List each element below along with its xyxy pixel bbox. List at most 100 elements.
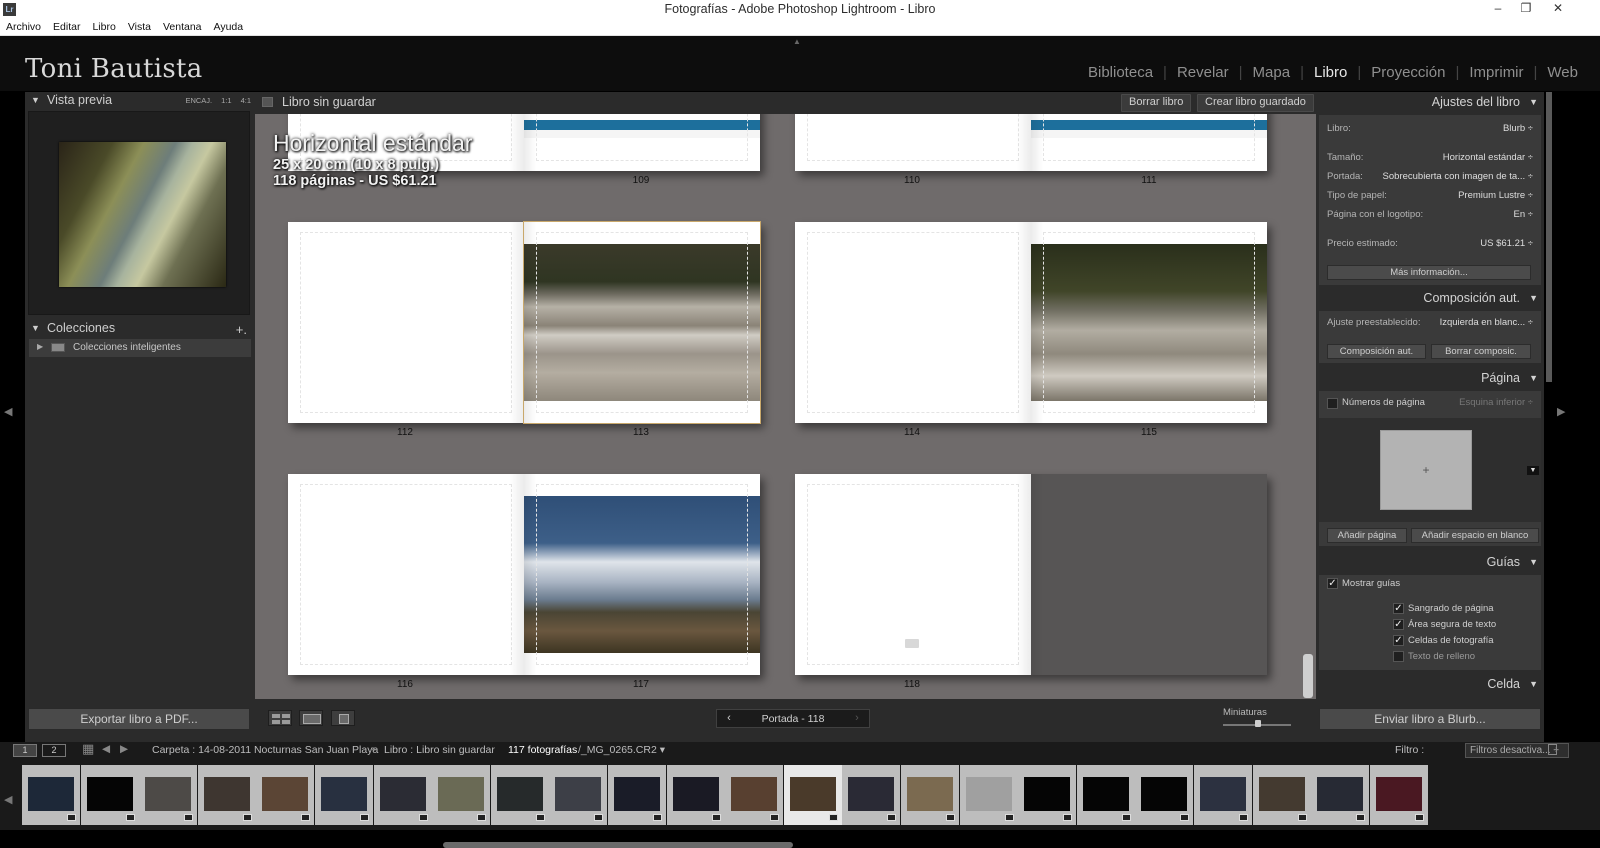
zoom-1-1[interactable]: 1:1: [221, 96, 231, 105]
module-libro[interactable]: Libro: [1304, 64, 1357, 81]
page-header[interactable]: Página ▼: [1316, 368, 1544, 388]
filmstrip-thumbnail[interactable]: [608, 765, 666, 825]
page-114[interactable]: [795, 222, 1031, 423]
filmstrip-thumbnail[interactable]: [22, 765, 80, 825]
more-info-button[interactable]: Más información...: [1327, 265, 1531, 280]
module-web[interactable]: Web: [1537, 64, 1588, 81]
page-118[interactable]: [795, 474, 1031, 675]
top-panel-toggle-icon[interactable]: ▲: [793, 37, 801, 46]
filmstrip-thumbnail[interactable]: [1194, 765, 1252, 825]
source-book[interactable]: Libro : Libro sin guardar: [384, 744, 495, 759]
next-page-icon[interactable]: ›: [847, 712, 867, 724]
scrollbar-thumb[interactable]: [1303, 654, 1313, 698]
right-panel-scrollbar[interactable]: [1546, 92, 1552, 382]
page-113[interactable]: [523, 221, 761, 424]
page-115[interactable]: [1031, 222, 1267, 423]
filmstrip-thumbnail[interactable]: [666, 765, 725, 825]
setting-paper[interactable]: Tipo de papel: Premium Lustre ÷: [1327, 190, 1533, 204]
add-blank-button[interactable]: Añadir espacio en blanco: [1411, 528, 1539, 543]
minimize-button[interactable]: –: [1484, 1, 1512, 17]
text-safe-checkbox[interactable]: ✓: [1393, 619, 1404, 630]
module-proyeccion[interactable]: Proyección: [1361, 64, 1455, 81]
canvas-scrollbar[interactable]: [1300, 114, 1316, 699]
forward-arrow-icon[interactable]: ▶: [120, 743, 128, 758]
filmstrip-thumbnail[interactable]: [1369, 765, 1428, 825]
zoom-fit[interactable]: ENCAJ.: [185, 96, 212, 105]
back-arrow-icon[interactable]: ◀: [102, 743, 110, 758]
filter-lock-icon[interactable]: [1548, 744, 1557, 755]
book-settings-header[interactable]: Ajustes del libro ▼: [1316, 92, 1544, 112]
page-117[interactable]: [524, 474, 760, 675]
autolayout-preset[interactable]: Ajuste preestablecido: Izquierda en blanc…: [1327, 317, 1533, 331]
module-imprimir[interactable]: Imprimir: [1459, 64, 1533, 81]
module-revelar[interactable]: Revelar: [1167, 64, 1239, 81]
filmstrip-thumbnail[interactable]: [1311, 765, 1370, 825]
multi-page-view-icon[interactable]: [268, 710, 292, 726]
module-mapa[interactable]: Mapa: [1243, 64, 1301, 81]
clear-layout-button[interactable]: Borrar composic.: [1431, 344, 1531, 359]
send-to-blurb-button[interactable]: Enviar libro a Blurb...: [1319, 708, 1541, 730]
filmstrip-thumbnail[interactable]: [1252, 765, 1311, 825]
page-110[interactable]: [795, 114, 1031, 171]
source-folder[interactable]: Carpeta : 14-08-2011 Nocturnas San Juan …: [152, 744, 378, 759]
filmstrip-left-icon[interactable]: ◀: [4, 793, 12, 806]
template-menu-icon[interactable]: ▼: [1527, 466, 1539, 475]
autolayout-header[interactable]: Composición aut. ▼: [1316, 288, 1544, 308]
guides-header[interactable]: Guías ▼: [1316, 552, 1544, 572]
setting-cover[interactable]: Portada: Sobrecubierta con imagen de ta..…: [1327, 171, 1533, 185]
filmstrip-thumbnail[interactable]: [959, 765, 1018, 825]
show-guides-checkbox[interactable]: ✓: [1327, 578, 1338, 589]
spread-112-113[interactable]: [288, 221, 761, 424]
restore-button[interactable]: ❐: [1512, 1, 1540, 17]
filmstrip-thumbnail[interactable]: [901, 765, 959, 825]
page-template-preview[interactable]: +: [1380, 430, 1472, 510]
main-window-button[interactable]: 1: [13, 744, 37, 757]
page-112[interactable]: [288, 222, 524, 423]
add-page-button[interactable]: Añadir página: [1327, 528, 1407, 543]
filmstrip[interactable]: [0, 760, 1600, 830]
filmstrip-thumbnail[interactable]: [139, 765, 198, 825]
menu-ventana[interactable]: Ventana: [157, 19, 208, 33]
page-111[interactable]: [1031, 114, 1267, 171]
close-button[interactable]: ✕: [1544, 1, 1572, 17]
filmstrip-thumbnail[interactable]: [490, 765, 549, 825]
menu-editar[interactable]: Editar: [47, 19, 86, 33]
right-panel-toggle-icon[interactable]: ▶: [1557, 405, 1565, 418]
spread-114-115[interactable]: [795, 222, 1267, 423]
filmstrip-thumbnail[interactable]: [549, 765, 608, 825]
photo-cells-checkbox[interactable]: ✓: [1393, 635, 1404, 646]
filmstrip-thumbnail[interactable]: [197, 765, 256, 825]
book-canvas[interactable]: 109 110 111 112 113 114 115 116 117 118 …: [255, 114, 1300, 699]
create-saved-book-button[interactable]: Crear libro guardado: [1197, 94, 1314, 112]
menu-ayuda[interactable]: Ayuda: [208, 19, 250, 33]
page-116[interactable]: [288, 474, 524, 675]
grid-view-icon[interactable]: ▦: [82, 741, 94, 756]
setting-size[interactable]: Tamaño: Horizontal estándar ÷: [1327, 152, 1533, 166]
left-panel-toggle-icon[interactable]: ◀: [4, 405, 12, 418]
autolayout-button[interactable]: Composición aut.: [1327, 344, 1426, 359]
module-biblioteca[interactable]: Biblioteca: [1078, 64, 1163, 81]
preview-panel-header[interactable]: ▼ Vista previa ENCAJ. 1:1 4:1: [25, 92, 255, 111]
add-collection-icon[interactable]: +.: [236, 322, 247, 337]
spread-116-117[interactable]: [288, 474, 760, 675]
cell-header[interactable]: Celda ▼: [1316, 674, 1544, 694]
previous-page-icon[interactable]: ‹: [719, 712, 739, 724]
secondary-window-button[interactable]: 2: [42, 744, 66, 757]
spread-118[interactable]: [795, 474, 1267, 675]
menu-archivo[interactable]: Archivo: [0, 19, 47, 33]
setting-logo-page[interactable]: Página con el logotipo: En ÷: [1327, 209, 1533, 223]
clear-book-button[interactable]: Borrar libro: [1121, 94, 1192, 112]
filmstrip-thumbnail[interactable]: [256, 765, 315, 825]
filmstrip-thumbnail[interactable]: [432, 765, 491, 825]
menu-vista[interactable]: Vista: [122, 19, 157, 33]
filmstrip-thumbnail[interactable]: [842, 765, 901, 825]
page-109[interactable]: [524, 114, 760, 171]
filmstrip-scrollbar[interactable]: [443, 842, 793, 848]
spread-view-icon[interactable]: [299, 710, 323, 726]
selected-file[interactable]: /_MG_0265.CR2 ▾: [578, 744, 665, 759]
zoom-4-1[interactable]: 4:1: [241, 96, 251, 105]
filmstrip-thumbnail[interactable]: [1135, 765, 1194, 825]
navigator-preview[interactable]: [28, 111, 250, 315]
filmstrip-thumbnail[interactable]: [783, 765, 842, 825]
filmstrip-thumbnail[interactable]: [315, 765, 373, 825]
